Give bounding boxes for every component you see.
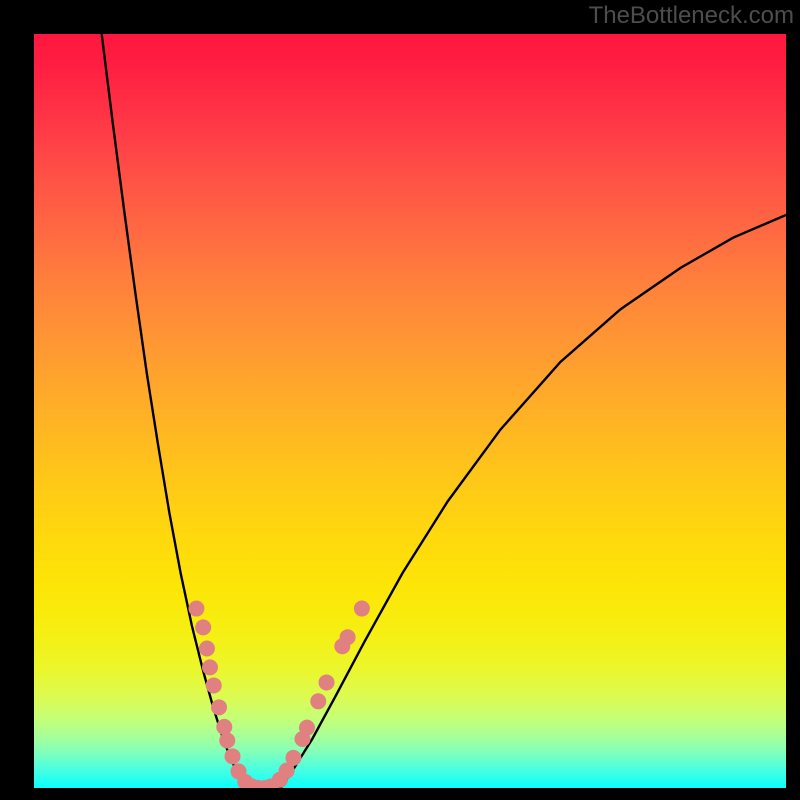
data-point-marker bbox=[219, 733, 235, 749]
data-point-marker bbox=[199, 641, 215, 657]
data-point-marker bbox=[216, 719, 232, 735]
data-point-marker bbox=[354, 601, 370, 617]
watermark-label: TheBottleneck.com bbox=[589, 2, 794, 30]
bottleneck-curve-svg bbox=[34, 34, 786, 788]
data-point-marker bbox=[310, 693, 326, 709]
bottleneck-curve bbox=[102, 34, 786, 788]
data-point-marker bbox=[206, 677, 222, 693]
data-point-marker bbox=[188, 601, 204, 617]
data-point-marker bbox=[202, 659, 218, 675]
data-point-marker bbox=[195, 619, 211, 635]
data-point-marker bbox=[285, 750, 301, 766]
data-point-marker bbox=[299, 720, 315, 736]
data-point-marker bbox=[340, 629, 356, 645]
data-point-marker bbox=[319, 674, 335, 690]
plot-area bbox=[34, 34, 786, 788]
chart-frame: TheBottleneck.com bbox=[0, 0, 800, 800]
data-point-marker bbox=[225, 748, 241, 764]
data-point-marker bbox=[211, 699, 227, 715]
